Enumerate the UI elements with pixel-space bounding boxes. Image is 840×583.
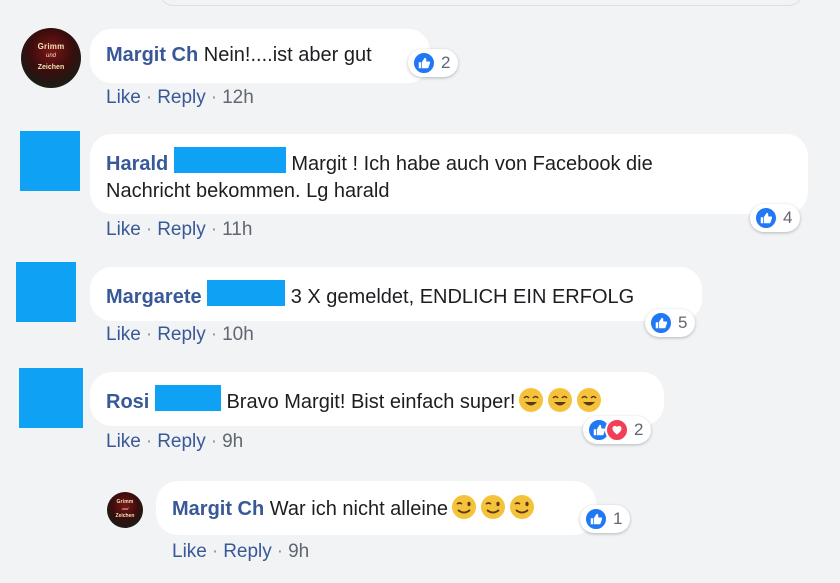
comment-text: 3 X gemeldet, ENDLICH EIN ERFOLG: [290, 286, 635, 308]
smiling-face-icon: [452, 495, 477, 519]
heart-icon: [605, 418, 629, 442]
grinning-face-icon: [519, 388, 544, 412]
separator: ·: [210, 87, 218, 108]
comment-author[interactable]: Rosi: [106, 391, 149, 413]
separator: ·: [210, 219, 218, 240]
separator: ·: [210, 431, 218, 452]
reply-link[interactable]: Reply: [157, 324, 206, 345]
avatar-logo-text: Grimm: [37, 42, 65, 51]
grinning-face-icon: [548, 388, 573, 412]
reaction-summary[interactable]: 5: [645, 309, 696, 337]
like-link[interactable]: Like: [172, 541, 207, 562]
like-link[interactable]: Like: [106, 324, 141, 345]
comment-actions: Like · Reply · 10h: [106, 324, 254, 346]
grinning-face-icon: [577, 388, 602, 412]
separator: ·: [210, 324, 218, 345]
thumbs-up-icon: [412, 51, 436, 75]
reaction-count: 5: [678, 313, 688, 332]
separator: ·: [145, 324, 153, 345]
avatar[interactable]: [19, 368, 83, 428]
timestamp[interactable]: 11h: [222, 219, 252, 240]
comment-text: Bravo Margit! Bist einfach super!: [226, 391, 516, 413]
comment-actions: Like · Reply · 9h: [172, 541, 309, 563]
comment-bubble: Margarete 3 X gemeldet, ENDLICH EIN ERFO…: [90, 267, 702, 321]
comment-author[interactable]: Margit Ch: [106, 44, 198, 66]
redacted-name: [173, 147, 286, 173]
comment-bubble: Margit Ch War ich nicht alleine: [156, 481, 596, 535]
redacted-name: [207, 280, 286, 306]
avatar[interactable]: [20, 131, 80, 191]
thumbs-up-icon: [754, 206, 778, 230]
comment-bubble: Harald Margit ! Ich habe auch von Facebo…: [90, 134, 808, 214]
avatar-logo-text: und: [121, 506, 129, 511]
reaction-count: 2: [634, 420, 644, 439]
avatar-logo-text: Grimm: [116, 499, 134, 505]
reaction-summary[interactable]: 1: [580, 505, 631, 533]
avatar[interactable]: [16, 262, 76, 322]
avatar-logo-text: Zeichen: [37, 64, 65, 71]
comment-author[interactable]: Margarete: [106, 286, 202, 308]
reply-link[interactable]: Reply: [223, 541, 272, 562]
avatar[interactable]: Grimm und Zeichen: [21, 28, 81, 88]
avatar[interactable]: Grimm und Zeichen: [107, 492, 143, 528]
comment-bubble: Rosi Bravo Margit! Bist einfach super!: [90, 372, 664, 426]
comment-actions: Like · Reply · 9h: [106, 431, 243, 453]
reply-link[interactable]: Reply: [157, 219, 206, 240]
separator: ·: [145, 87, 153, 108]
reaction-count: 4: [783, 208, 793, 227]
reaction-count: 2: [441, 53, 451, 72]
like-link[interactable]: Like: [106, 219, 141, 240]
avatar-logo-text: und: [45, 53, 56, 59]
separator: ·: [145, 431, 153, 452]
separator: ·: [211, 541, 219, 562]
comment-actions: Like · Reply · 12h: [106, 87, 254, 109]
like-link[interactable]: Like: [106, 87, 141, 108]
comment-text: Nein!....ist aber gut: [203, 44, 372, 66]
comment-bubble: Margit Ch Nein!....ist aber gut: [90, 29, 430, 83]
thumbs-up-icon: [649, 311, 673, 335]
timestamp[interactable]: 10h: [222, 324, 254, 345]
timestamp[interactable]: 9h: [288, 541, 309, 562]
reply-link[interactable]: Reply: [157, 87, 206, 108]
comment-actions: Like · Reply · 11h: [106, 219, 252, 241]
reaction-count: 1: [613, 509, 623, 528]
comment-author[interactable]: Harald: [106, 153, 168, 175]
timestamp[interactable]: 9h: [222, 431, 243, 452]
avatar-logo-text: Zeichen: [115, 513, 135, 519]
like-link[interactable]: Like: [106, 431, 141, 452]
smiling-face-icon: [510, 495, 535, 519]
reply-link[interactable]: Reply: [157, 431, 206, 452]
comment-text: Margit ! Ich habe auch von Facebook die: [291, 153, 653, 175]
previous-comment-bubble-edge: [160, 0, 802, 6]
reaction-summary[interactable]: 2: [583, 416, 652, 444]
separator: ·: [145, 219, 153, 240]
comment-text-line-2: Nachricht bekommen. Lg harald: [106, 180, 390, 202]
redacted-name: [154, 385, 221, 411]
comment-text: War ich nicht alleine: [269, 498, 449, 520]
separator: ·: [276, 541, 284, 562]
comment-author[interactable]: Margit Ch: [172, 498, 264, 520]
thumbs-up-icon: [584, 507, 608, 531]
reaction-summary[interactable]: 4: [750, 204, 801, 232]
reaction-summary[interactable]: 2: [408, 49, 459, 77]
timestamp[interactable]: 12h: [222, 87, 254, 108]
smiling-face-icon: [481, 495, 506, 519]
